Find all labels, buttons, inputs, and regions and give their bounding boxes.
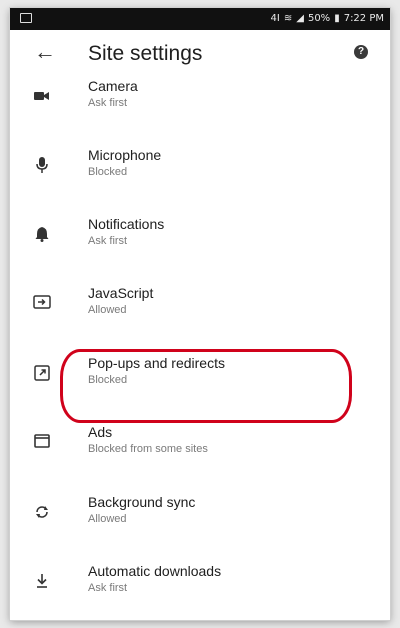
- item-status: Ask first: [88, 97, 128, 109]
- download-icon: [32, 573, 52, 593]
- page-title: Site settings: [88, 42, 203, 65]
- status-bar: 4I ≋ ◢ 50% ▮ 7:22 PM: [10, 8, 390, 30]
- list-item-camera[interactable]: Camera Ask first: [10, 66, 390, 132]
- status-right: 4I ≋ ◢ 50% ▮ 7:22 PM: [271, 13, 384, 24]
- item-status: Allowed: [88, 513, 127, 525]
- list-item-background-sync[interactable]: Background sync Allowed: [10, 482, 390, 548]
- battery-percent: 50%: [307, 13, 331, 24]
- phone-screen: 4I ≋ ◢ 50% ▮ 7:22 PM ← Site settings ? C…: [10, 8, 390, 620]
- javascript-icon: [32, 295, 52, 315]
- item-status: Allowed: [88, 304, 127, 316]
- cell-signal-icon: ◢: [296, 13, 304, 24]
- item-status: Ask first: [88, 582, 128, 594]
- item-label: JavaScript: [88, 285, 154, 301]
- notification-image-icon: [20, 13, 32, 23]
- status-time: 7:22 PM: [343, 13, 384, 24]
- list-item-javascript[interactable]: JavaScript Allowed: [10, 273, 390, 339]
- camera-icon: [32, 88, 52, 108]
- battery-icon: ▮: [334, 13, 340, 24]
- status-left: [20, 13, 32, 26]
- arrow-left-icon[interactable]: ←: [34, 40, 58, 64]
- microphone-icon: [32, 157, 52, 177]
- item-status: Blocked: [88, 166, 128, 178]
- item-label: Background sync: [88, 494, 196, 510]
- item-status: Blocked from some sites: [88, 443, 208, 455]
- item-label: Ads: [88, 424, 113, 440]
- wifi-icon: ≋: [283, 13, 293, 24]
- item-status: Ask first: [88, 235, 128, 247]
- red-highlight-annotation: [60, 349, 352, 423]
- list-item-microphone[interactable]: Microphone Blocked: [10, 135, 390, 201]
- item-label: Microphone: [88, 147, 162, 163]
- list-item-automatic-downloads[interactable]: Automatic downloads Ask first: [10, 551, 390, 617]
- item-label: Camera: [88, 78, 138, 94]
- help-icon[interactable]: ?: [354, 45, 368, 59]
- sync-icon: [32, 504, 52, 524]
- list-item-notifications[interactable]: Notifications Ask first: [10, 204, 390, 270]
- signal-text: 4I: [270, 13, 280, 24]
- item-label: Notifications: [88, 216, 165, 232]
- ads-window-icon: [32, 434, 52, 454]
- item-label: Automatic downloads: [88, 563, 222, 579]
- open-in-new-icon: [32, 365, 52, 385]
- bell-icon: [32, 226, 52, 246]
